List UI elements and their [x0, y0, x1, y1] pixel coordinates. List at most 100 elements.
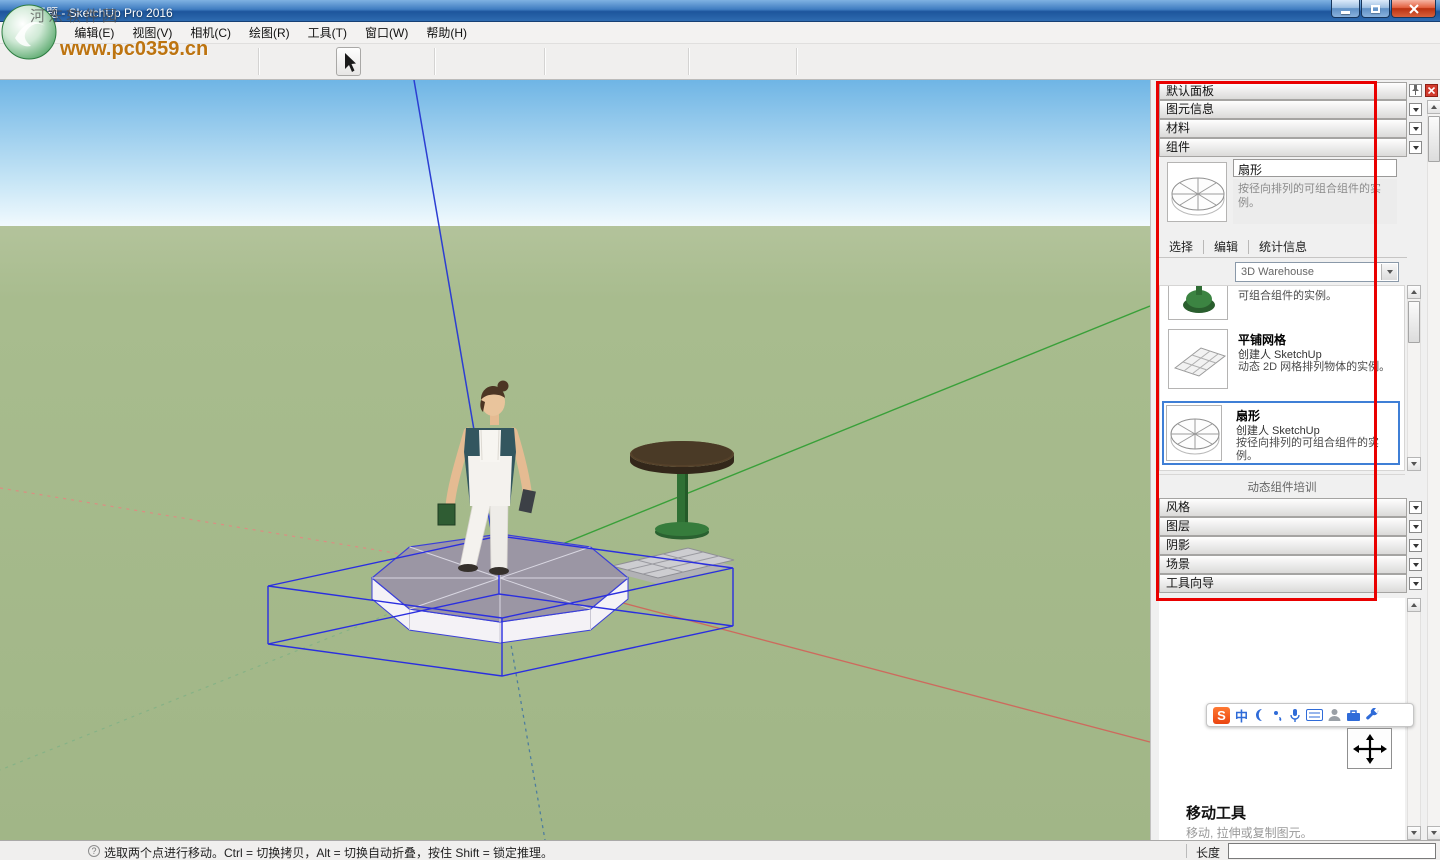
toolbar	[0, 44, 1440, 80]
section-entity-info[interactable]: 图元信息	[1159, 100, 1407, 119]
instructor-tool-title: 移动工具	[1186, 802, 1246, 823]
component-preview-thumbnail	[1167, 162, 1227, 222]
chevron-icon	[1413, 544, 1419, 548]
section-shadows[interactable]: 阴影	[1159, 536, 1407, 555]
chevron-icon	[1413, 582, 1419, 586]
tray-close-button[interactable]	[1425, 84, 1438, 97]
scroll-down-button[interactable]	[1407, 457, 1421, 471]
close-button[interactable]	[1391, 0, 1436, 18]
scrollbar-thumb[interactable]	[1428, 116, 1440, 162]
sogou-logo-icon[interactable]: S	[1213, 707, 1230, 724]
move-cross-icon	[1353, 734, 1387, 764]
component-list: 可组合组件的实例。 平铺网格 创建人 SketchUp 动态 2D 网格排列物体…	[1159, 285, 1405, 471]
fan-component-icon	[1167, 406, 1222, 461]
scroll-down-button[interactable]	[1427, 826, 1440, 840]
menu-file[interactable]: 文件(F)	[8, 22, 65, 44]
tab-statistics[interactable]: 统计信息	[1249, 236, 1317, 258]
component-item-creator: 创建人 SketchUp	[1238, 346, 1322, 362]
section-instructor[interactable]: 工具向导	[1159, 574, 1407, 593]
section-styles[interactable]: 风格	[1159, 498, 1407, 517]
component-source-dropdown[interactable]: 3D Warehouse	[1235, 262, 1399, 282]
fan-component-icon	[1168, 163, 1227, 222]
minimize-icon	[1341, 11, 1350, 14]
component-item-description: 按径向排列的可组合组件的实例。	[1236, 437, 1394, 463]
microphone-icon[interactable]	[1289, 708, 1301, 723]
section-label: 图元信息	[1166, 102, 1214, 116]
measurement-input[interactable]	[1228, 843, 1436, 859]
triangle-down-icon	[1431, 831, 1437, 835]
instructor-tool-subtitle: 移动, 拉伸或复制图元。	[1186, 824, 1313, 840]
menu-edit[interactable]: 编辑(E)	[65, 22, 123, 44]
scroll-down-button[interactable]	[1407, 826, 1421, 840]
user-icon[interactable]	[1328, 708, 1341, 722]
tray-scrollbar[interactable]	[1427, 100, 1440, 840]
wrench-icon[interactable]	[1366, 708, 1380, 722]
shadows-rollup-button[interactable]	[1409, 539, 1422, 552]
scroll-up-button[interactable]	[1407, 598, 1421, 612]
triangle-down-icon	[1411, 462, 1417, 466]
menu-camera[interactable]: 相机(C)	[181, 22, 240, 44]
menu-tools[interactable]: 工具(T)	[299, 22, 356, 44]
default-tray: 默认面板 图元信息 材料 组件	[1150, 80, 1440, 840]
scenes-rollup-button[interactable]	[1409, 558, 1422, 571]
menu-draw[interactable]: 绘图(R)	[240, 22, 299, 44]
help-icon[interactable]: ?	[88, 845, 100, 857]
component-description-field[interactable]: 按径向排列的可组合组件的实例。	[1233, 179, 1397, 224]
section-label: 组件	[1166, 140, 1190, 154]
toolbox-icon[interactable]	[1346, 709, 1361, 722]
green-component-icon	[1169, 285, 1228, 320]
chevron-down-icon	[1381, 264, 1397, 280]
menu-window[interactable]: 窗口(W)	[356, 22, 417, 44]
section-label: 阴影	[1166, 538, 1190, 552]
tab-select[interactable]: 选择	[1159, 236, 1203, 258]
dynamic-components-training-link[interactable]: 动态组件培训	[1159, 474, 1405, 495]
component-name-field[interactable]: 扇形	[1233, 159, 1397, 177]
section-scenes[interactable]: 场景	[1159, 555, 1407, 574]
component-item-description[interactable]: 可组合组件的实例。	[1238, 290, 1398, 303]
select-tool-button[interactable]	[336, 47, 361, 76]
punctuation-icon[interactable]	[1272, 708, 1284, 722]
window-controls	[1330, 0, 1436, 18]
chevron-icon	[1413, 525, 1419, 529]
scroll-up-button[interactable]	[1427, 100, 1440, 114]
moon-icon[interactable]	[1253, 708, 1267, 722]
components-rollup-button[interactable]	[1409, 141, 1422, 154]
chevron-icon	[1413, 127, 1419, 131]
status-message: 选取两个点进行移动。Ctrl = 切换拷贝，Alt = 切换自动折叠，按住 Sh…	[104, 844, 553, 860]
layers-rollup-button[interactable]	[1409, 520, 1422, 533]
entity-info-rollup-button[interactable]	[1409, 103, 1422, 116]
ime-mode-toggle[interactable]: 中	[1235, 706, 1248, 725]
ime-toolbar: S 中	[1206, 703, 1414, 727]
statusbar-divider	[1186, 844, 1187, 858]
3d-viewport[interactable]	[0, 80, 1150, 840]
tray-header[interactable]: 默认面板	[1159, 82, 1407, 100]
component-item-selected[interactable]: 扇形 创建人 SketchUp 按径向排列的可组合组件的实例。	[1162, 401, 1400, 465]
toolbar-separator	[258, 48, 259, 75]
menu-help[interactable]: 帮助(H)	[417, 22, 476, 44]
instructor-rollup-button[interactable]	[1409, 577, 1422, 590]
minimize-button[interactable]	[1331, 0, 1360, 18]
keyboard-icon[interactable]	[1306, 709, 1323, 721]
section-label: 图层	[1166, 519, 1190, 533]
maximize-button[interactable]	[1361, 0, 1390, 18]
section-layers[interactable]: 图层	[1159, 517, 1407, 536]
window-title: 无标题 - SketchUp Pro 2016	[22, 4, 173, 21]
statusbar: ? 选取两个点进行移动。Ctrl = 切换拷贝，Alt = 切换自动折叠，按住 …	[0, 840, 1440, 860]
tab-edit[interactable]: 编辑	[1204, 236, 1248, 258]
section-components[interactable]: 组件	[1159, 138, 1407, 157]
component-thumbnail[interactable]	[1168, 285, 1228, 320]
tray-pin-button[interactable]	[1409, 84, 1422, 97]
triangle-up-icon	[1431, 105, 1437, 109]
toolbar-separator	[796, 48, 797, 75]
chevron-icon	[1413, 108, 1419, 112]
scrollbar-thumb[interactable]	[1408, 301, 1420, 343]
triangle-up-icon	[1411, 290, 1417, 294]
styles-rollup-button[interactable]	[1409, 501, 1422, 514]
section-materials[interactable]: 材料	[1159, 119, 1407, 138]
component-item-creator: 创建人 SketchUp	[1236, 422, 1320, 438]
menu-view[interactable]: 视图(V)	[123, 22, 181, 44]
component-thumbnail[interactable]	[1168, 329, 1228, 389]
maximize-icon	[1371, 5, 1380, 13]
scroll-up-button[interactable]	[1407, 285, 1421, 299]
materials-rollup-button[interactable]	[1409, 122, 1422, 135]
